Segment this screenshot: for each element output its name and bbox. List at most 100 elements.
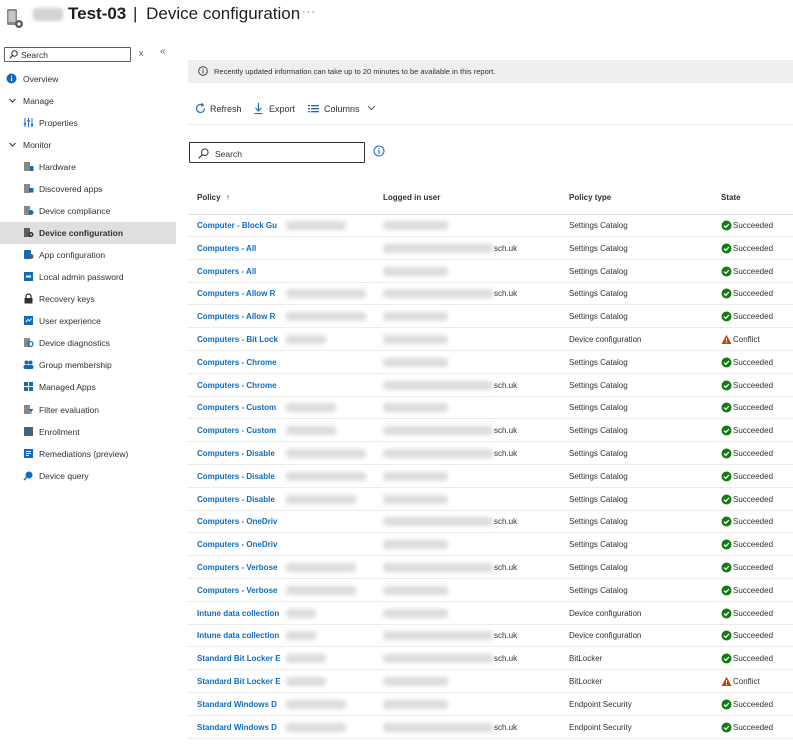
sidebar-item-local-admin-password[interactable]: Local admin password <box>0 266 176 288</box>
policy-link[interactable]: Computers - Chrome <box>197 358 277 367</box>
policy-link[interactable]: Computers - Disable <box>197 449 275 458</box>
policy-link[interactable]: Computers - Custom <box>197 426 276 435</box>
clear-search-button[interactable]: x <box>139 48 144 58</box>
table-row[interactable]: Computers - OneDriv sch.uk Settings Catalo… <box>188 510 793 534</box>
sidebar-item-user-experience[interactable]: User experience <box>0 310 176 332</box>
policy-link[interactable]: Intune data collection <box>197 609 279 618</box>
sidebar-item-remediations-preview[interactable]: Remediations (preview) <box>0 443 176 465</box>
refresh-button[interactable]: Refresh <box>194 99 244 119</box>
state-label: Succeeded <box>733 494 774 504</box>
policy-type: Settings Catalog <box>569 221 628 230</box>
policy-link[interactable]: Computer - Block Gu <box>197 221 277 230</box>
column-header-logged-in-user[interactable]: Logged in user <box>383 193 440 202</box>
table-row[interactable]: Computers - Chrome Settings Catalog Succee… <box>188 351 793 374</box>
policy-link[interactable]: Standard Bit Locker E <box>197 677 281 686</box>
policy-type: Settings Catalog <box>569 471 628 481</box>
table-row[interactable]: Computers - Allow R Settings Catalog Succe… <box>188 305 793 329</box>
sidebar-item-device-compliance[interactable]: Device compliance <box>0 200 176 222</box>
policy-link[interactable]: Computers - Disable <box>197 495 275 504</box>
table-row[interactable]: Intune data collection Device configurati… <box>188 602 793 625</box>
table-row[interactable]: Computers - Disable Settings Catalog Succe… <box>188 465 793 488</box>
table-row[interactable]: Computers - Custom Settings Catalog Succee… <box>188 396 793 420</box>
redacted-user <box>383 631 493 641</box>
table-row[interactable]: Standard Windows D Endpoint Security Succe… <box>188 693 793 716</box>
table-row[interactable]: Intune data collection sch.uk Device confi… <box>188 624 793 648</box>
table-row[interactable]: Computer - Block Gu Settings Catalog Succe… <box>188 214 793 237</box>
success-icon <box>721 585 732 598</box>
sidebar-item-manage[interactable]: Manage <box>0 90 176 112</box>
sidebar-item-recovery-keys[interactable]: Recovery keys <box>0 288 176 310</box>
column-header-policy[interactable]: Policy ↑ <box>197 193 230 202</box>
sidebar-item-device-configuration[interactable]: Device configuration <box>0 222 176 244</box>
table-row[interactable]: Standard Windows D sch.uk Endpoint Securit… <box>188 716 793 739</box>
policy-link[interactable]: Computers - Chrome <box>197 381 277 390</box>
policy-type: Endpoint Security <box>569 722 632 732</box>
sidebar-item-device-query[interactable]: Device query <box>0 465 176 487</box>
success-icon <box>721 630 732 643</box>
redacted-user <box>383 699 448 709</box>
table-row[interactable]: Computers - All Settings Catalog Succeeded <box>188 260 793 283</box>
column-header-policy-type[interactable]: Policy type <box>569 193 611 202</box>
policy-link[interactable]: Computers - Verbose <box>197 563 277 572</box>
user-domain-suffix: sch.uk <box>494 449 518 458</box>
more-options-button[interactable]: ··· <box>302 6 316 18</box>
table-row[interactable]: Computers - Disable sch.uk Settings Catalo… <box>188 442 793 465</box>
sidebar-item-group-membership[interactable]: Group membership <box>0 354 176 376</box>
user-domain-suffix: sch.uk <box>494 289 518 299</box>
table-row[interactable]: Computers - Verbose sch.uk Settings Catalo… <box>188 556 793 579</box>
redacted-user <box>383 221 448 230</box>
policy-link[interactable]: Computers - Allow R <box>197 289 275 298</box>
sidebar-item-overview[interactable]: Overview <box>0 68 176 90</box>
info-icon[interactable] <box>373 145 385 159</box>
table-row[interactable]: Computers - OneDriv Settings Catalog Succe… <box>188 533 793 557</box>
policy-link[interactable]: Standard Windows D <box>197 700 277 709</box>
sidebar-item-device-diagnostics[interactable]: Device diagnostics <box>0 332 176 354</box>
policy-link[interactable]: Standard Bit Locker E <box>197 654 281 663</box>
policy-link[interactable]: Computers - Verbose <box>197 586 277 595</box>
table-row[interactable]: Computers - Chrome sch.uk Settings Catalog… <box>188 374 793 397</box>
sidebar-item-monitor[interactable]: Monitor <box>0 134 176 156</box>
table-row[interactable]: Computers - All sch.uk Settings Catalog Suc… <box>188 237 793 260</box>
device-query-icon <box>23 470 34 481</box>
column-header-state[interactable]: State <box>721 193 741 202</box>
sidebar-item-hardware[interactable]: Hardware <box>0 156 176 178</box>
sidebar-item-app-configuration[interactable]: App configuration <box>0 244 176 266</box>
table-row[interactable]: Standard Bit Locker E sch.uk BitLocker Succ… <box>188 647 793 671</box>
table-row[interactable]: Computers - Verbose Settings Catalog Succe… <box>188 579 793 602</box>
sidebar-item-label: Device query <box>39 471 89 481</box>
policy-link[interactable]: Computers - Bit Lock <box>197 335 278 344</box>
sidebar-item-filter-evaluation[interactable]: Filter evaluation <box>0 399 176 421</box>
policy-link[interactable]: Standard Windows D <box>197 723 277 732</box>
collapse-sidebar-button[interactable]: « <box>160 46 166 57</box>
sidebar-item-enrollment[interactable]: Enrollment <box>0 421 176 443</box>
success-icon <box>721 448 732 461</box>
success-icon <box>721 494 732 507</box>
columns-button[interactable]: Columns <box>307 99 379 119</box>
success-icon <box>721 402 732 415</box>
table-row[interactable]: Computers - Allow R sch.uk Settings Catalo… <box>188 282 793 306</box>
redacted-policy-suffix <box>286 722 346 732</box>
sidebar-search-input[interactable]: Search <box>4 47 131 62</box>
policy-link[interactable]: Computers - Disable <box>197 472 275 481</box>
table-row[interactable]: Computers - Bit Lock Device configuration… <box>188 328 793 351</box>
sidebar-item-properties[interactable]: Properties <box>0 112 176 134</box>
policy-link[interactable]: Computers - OneDriv <box>197 540 277 549</box>
success-icon <box>721 539 732 552</box>
policy-link[interactable]: Intune data collection <box>197 631 279 640</box>
policy-link[interactable]: Computers - All <box>197 244 256 253</box>
export-button[interactable]: Export <box>253 99 299 119</box>
table-row[interactable]: Computers - Custom sch.uk Settings Catalog… <box>188 419 793 443</box>
policy-link[interactable]: Computers - Allow R <box>197 312 275 321</box>
table-row[interactable]: Computers - Disable Settings Catalog Succe… <box>188 488 793 511</box>
table-row[interactable]: Standard Bit Locker E BitLocker Conflict <box>188 670 793 693</box>
sidebar-item-discovered-apps[interactable]: Discovered apps <box>0 178 176 200</box>
state-label: Succeeded <box>733 699 774 709</box>
policy-link[interactable]: Computers - OneDriv <box>197 517 277 526</box>
search-input[interactable]: Search <box>189 142 365 163</box>
sidebar-item-managed-apps[interactable]: Managed Apps <box>0 376 176 398</box>
state-label: Succeeded <box>733 517 774 527</box>
policy-link[interactable]: Computers - All <box>197 267 256 276</box>
policy-link[interactable]: Computers - Custom <box>197 403 276 412</box>
redacted-user <box>383 540 448 550</box>
configuration-icon <box>23 227 34 238</box>
